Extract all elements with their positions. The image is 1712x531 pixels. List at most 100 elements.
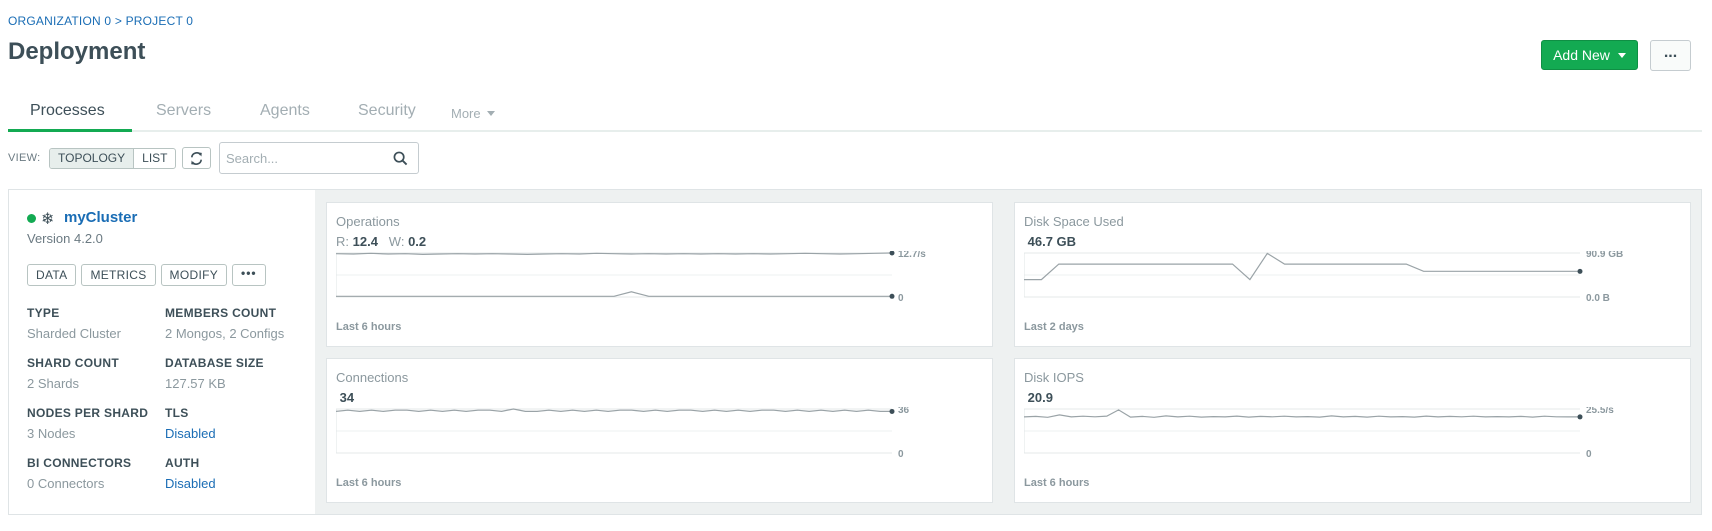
disk-iops-chart-panel[interactable]: Disk IOPS 20.9 25.5/s 0 Last 6 hours	[1014, 358, 1691, 503]
tab-servers[interactable]: Servers	[156, 102, 211, 120]
prop-bi-connectors: BI CONNECTORS 0 Connectors	[27, 456, 131, 491]
write-label: W:	[388, 234, 405, 249]
tab-more-label: More	[451, 106, 481, 121]
chart-title: Operations	[336, 214, 400, 229]
sharded-cluster-icon: ❄	[41, 211, 55, 228]
cluster-actions: DATA METRICS MODIFY •••	[27, 264, 266, 286]
tab-security[interactable]: Security	[358, 102, 416, 120]
tls-disabled-link[interactable]: Disabled	[165, 426, 216, 441]
search-icon[interactable]	[393, 151, 408, 166]
cluster-info-panel: ❄ myCluster Version 4.2.0 DATA METRICS M…	[9, 190, 315, 514]
prop-label: AUTH	[165, 456, 200, 470]
y-max-label: 12.7/s	[898, 251, 926, 260]
cluster-name-link[interactable]: myCluster	[64, 209, 137, 226]
series-line-1	[336, 291, 892, 297]
prop-value: 127.57 KB	[165, 376, 226, 391]
view-list-button[interactable]: LIST	[134, 149, 175, 168]
chart-footer: Last 6 hours	[336, 477, 402, 489]
prop-value: 3 Nodes	[27, 426, 76, 441]
breadcrumb-org[interactable]: ORGANIZATION 0	[8, 14, 111, 28]
chart-title: Connections	[336, 370, 409, 385]
status-dot	[27, 214, 36, 223]
y-min-label: 0	[898, 449, 904, 460]
read-value: 12.4	[352, 234, 378, 249]
prop-value: 2 Shards	[27, 376, 80, 391]
chart-value: 34	[339, 390, 355, 405]
search-box	[219, 142, 419, 174]
series-line-0	[1024, 252, 1580, 281]
prop-label: DATABASE SIZE	[165, 356, 264, 370]
add-new-button[interactable]: Add New	[1541, 40, 1638, 70]
series-end-dot-0	[889, 408, 895, 414]
series-end-dot-0	[1577, 414, 1583, 420]
prop-label: TLS	[165, 406, 189, 420]
chart-value: 46.7 GB	[1027, 234, 1077, 249]
y-min-label: 0.0 B	[1586, 293, 1610, 304]
prop-auth: AUTH Disabled	[165, 456, 216, 491]
series-end-dot-1	[889, 293, 895, 299]
breadcrumb-project[interactable]: PROJECT 0	[126, 14, 194, 28]
view-topology-button[interactable]: TOPOLOGY	[50, 149, 135, 168]
tab-processes[interactable]: Processes	[30, 102, 105, 120]
chart-footer: Last 2 days	[1024, 321, 1084, 333]
search-input[interactable]	[226, 149, 386, 167]
prop-value: Sharded Cluster	[27, 326, 121, 341]
breadcrumb: ORGANIZATION 0 > PROJECT 0	[8, 14, 193, 28]
refresh-button[interactable]	[182, 147, 211, 169]
disk-iops-chart: 25.5/s 0	[1024, 407, 1614, 460]
prop-shard-count: SHARD COUNT 2 Shards	[27, 356, 119, 391]
tab-agents[interactable]: Agents	[260, 102, 310, 120]
auth-disabled-link[interactable]: Disabled	[165, 476, 216, 491]
active-tab-indicator	[8, 129, 132, 132]
prop-label: TYPE	[27, 306, 60, 320]
write-value: 0.2	[408, 234, 427, 249]
metrics-button[interactable]: METRICS	[81, 264, 156, 286]
cluster-version: Version 4.2.0	[27, 231, 103, 246]
cluster-more-button[interactable]: •••	[232, 264, 266, 286]
caret-down-icon	[486, 111, 495, 116]
view-toggle: TOPOLOGY LIST	[49, 148, 177, 169]
prop-members-count: MEMBERS COUNT 2 Mongos, 2 Configs	[165, 306, 284, 341]
caret-down-icon	[1617, 52, 1626, 58]
series-end-dot-0	[1577, 268, 1583, 274]
chart-readout: 46.7 GB	[1024, 234, 1076, 249]
y-max-label: 25.5/s	[1586, 407, 1614, 416]
series-line-0	[1024, 409, 1580, 418]
chart-title: Disk IOPS	[1024, 370, 1084, 385]
tab-more-dropdown[interactable]: More	[451, 106, 495, 121]
prop-value: 2 Mongos, 2 Configs	[165, 326, 285, 341]
y-min-label: 0	[1586, 449, 1592, 460]
operations-chart: 12.7/s 0	[336, 251, 926, 304]
chart-footer: Last 6 hours	[336, 321, 402, 333]
read-label: R:	[336, 234, 349, 249]
series-end-dot-0	[889, 251, 895, 256]
chart-title: Disk Space Used	[1024, 214, 1124, 229]
chart-readout: 34	[336, 390, 354, 405]
prop-tls: TLS Disabled	[165, 406, 216, 441]
connections-chart-panel[interactable]: Connections 34 36 0 Last 6 hours	[326, 358, 993, 503]
cluster-card: ❄ myCluster Version 4.2.0 DATA METRICS M…	[8, 189, 1702, 515]
refresh-icon	[190, 151, 203, 165]
prop-nodes-per-shard: NODES PER SHARD 3 Nodes	[27, 406, 148, 441]
add-new-label: Add New	[1553, 47, 1610, 63]
prop-type: TYPE Sharded Cluster	[27, 306, 121, 341]
disk-space-chart: 90.9 GB 0.0 B	[1024, 251, 1623, 304]
prop-value: 0 Connectors	[27, 476, 105, 491]
view-label: VIEW:	[8, 152, 41, 164]
disk-space-chart-panel[interactable]: Disk Space Used 46.7 GB 90.9 GB 0.0 B Las…	[1014, 202, 1691, 347]
chart-footer: Last 6 hours	[1024, 477, 1090, 489]
connections-chart: 36 0	[336, 407, 910, 460]
breadcrumb-separator: >	[114, 14, 123, 28]
prop-database-size: DATABASE SIZE 127.57 KB	[165, 356, 264, 391]
chart-value: 20.9	[1027, 390, 1053, 405]
more-options-button[interactable]: ...	[1650, 40, 1691, 71]
y-max-label: 36	[898, 407, 910, 416]
operations-chart-panel[interactable]: Operations R: 12.4 W: 0.2 12.7/s 0 Last 6…	[326, 202, 993, 347]
tab-bar: Processes Servers Agents Security More	[8, 96, 1702, 132]
prop-label: MEMBERS COUNT	[165, 306, 277, 320]
chart-readout: R: 12.4 W: 0.2	[336, 234, 426, 249]
prop-label: SHARD COUNT	[27, 356, 119, 370]
data-button[interactable]: DATA	[27, 264, 77, 286]
modify-button[interactable]: MODIFY	[160, 264, 228, 286]
prop-label: BI CONNECTORS	[27, 456, 132, 470]
